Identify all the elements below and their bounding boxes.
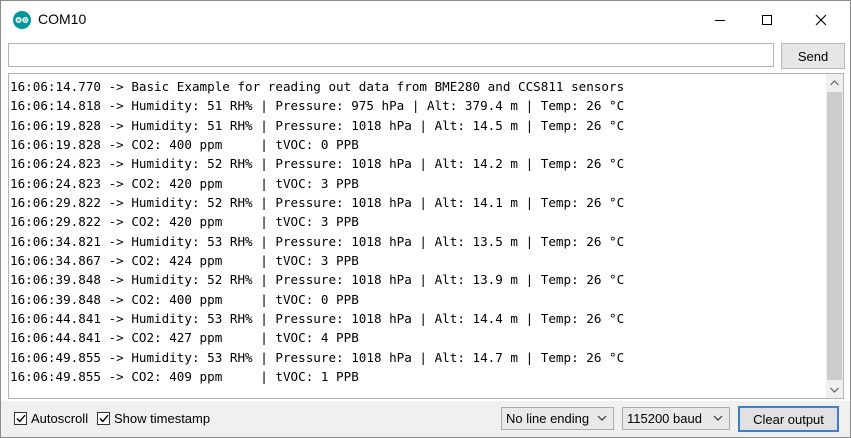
output-line: 16:06:29.822 -> CO2: 420 ppm | tVOC: 3 P… (10, 214, 359, 230)
show-timestamp-checkbox-box[interactable] (97, 412, 110, 425)
status-bar: Autoscroll Show timestamp No line ending… (1, 401, 850, 437)
close-icon (815, 14, 827, 26)
output-line: 16:06:49.855 -> Humidity: 53 RH% | Press… (10, 349, 625, 365)
clear-output-button[interactable]: Clear output (738, 406, 839, 432)
output-line: 16:06:24.823 -> Humidity: 52 RH% | Press… (10, 156, 625, 172)
show-timestamp-checkbox[interactable]: Show timestamp (97, 411, 210, 426)
serial-output-area[interactable]: 16:06:14.770 -> Basic Example for readin… (8, 73, 844, 399)
output-line: 16:06:44.841 -> CO2: 427 ppm | tVOC: 4 P… (10, 330, 359, 346)
output-lines: 16:06:14.770 -> Basic Example for readin… (9, 77, 827, 386)
output-line: 16:06:44.841 -> Humidity: 53 RH% | Press… (10, 310, 625, 326)
output-line: 16:06:34.867 -> CO2: 424 ppm | tVOC: 3 P… (10, 252, 359, 268)
window-title: COM10 (38, 11, 87, 27)
scroll-thumb[interactable] (827, 92, 842, 380)
scroll-down-button[interactable] (826, 381, 843, 398)
serial-monitor-window: COM10 Send 16:06:14.770 -> Basic Example… (0, 0, 851, 438)
autoscroll-checkbox[interactable]: Autoscroll (14, 411, 88, 426)
output-line: 16:06:29.822 -> Humidity: 52 RH% | Press… (10, 194, 625, 210)
baud-rate-select[interactable]: 115200 baud (622, 407, 730, 430)
send-button[interactable]: Send (781, 43, 845, 69)
line-ending-select[interactable]: No line ending (501, 407, 614, 430)
chevron-down-icon (597, 415, 607, 421)
output-line: 16:06:14.818 -> Humidity: 51 RH% | Press… (10, 98, 625, 114)
output-line: 16:06:49.855 -> CO2: 409 ppm | tVOC: 1 P… (10, 368, 359, 384)
output-line: 16:06:14.770 -> Basic Example for readin… (10, 79, 625, 94)
output-line: 16:06:34.821 -> Humidity: 53 RH% | Press… (10, 233, 625, 249)
vertical-scrollbar[interactable] (826, 74, 843, 398)
baud-rate-value: 115200 baud (627, 411, 702, 426)
show-timestamp-label: Show timestamp (114, 411, 211, 426)
autoscroll-label: Autoscroll (31, 411, 89, 426)
output-line: 16:06:39.848 -> CO2: 400 ppm | tVOC: 0 P… (10, 291, 359, 307)
maximize-button[interactable] (744, 1, 790, 39)
checkmark-icon (98, 414, 109, 423)
scroll-down-icon (830, 387, 839, 393)
output-line: 16:06:19.828 -> CO2: 400 ppm | tVOC: 0 P… (10, 136, 359, 152)
send-input[interactable] (8, 43, 774, 67)
autoscroll-checkbox-box[interactable] (14, 412, 27, 425)
output-line: 16:06:39.848 -> Humidity: 52 RH% | Press… (10, 272, 625, 288)
output-line: 16:06:24.823 -> CO2: 420 ppm | tVOC: 3 P… (10, 175, 359, 191)
scroll-up-button[interactable] (826, 74, 843, 91)
title-bar: COM10 (1, 1, 850, 39)
minimize-icon (715, 20, 725, 21)
output-line: 16:06:19.828 -> Humidity: 51 RH% | Press… (10, 117, 625, 133)
scroll-up-icon (830, 79, 839, 85)
chevron-down-icon (713, 415, 723, 421)
arduino-logo-icon (13, 11, 31, 29)
close-button[interactable] (798, 1, 844, 39)
maximize-icon (762, 15, 772, 25)
minimize-button[interactable] (697, 1, 743, 39)
checkmark-icon (15, 414, 26, 423)
line-ending-value: No line ending (506, 411, 590, 426)
